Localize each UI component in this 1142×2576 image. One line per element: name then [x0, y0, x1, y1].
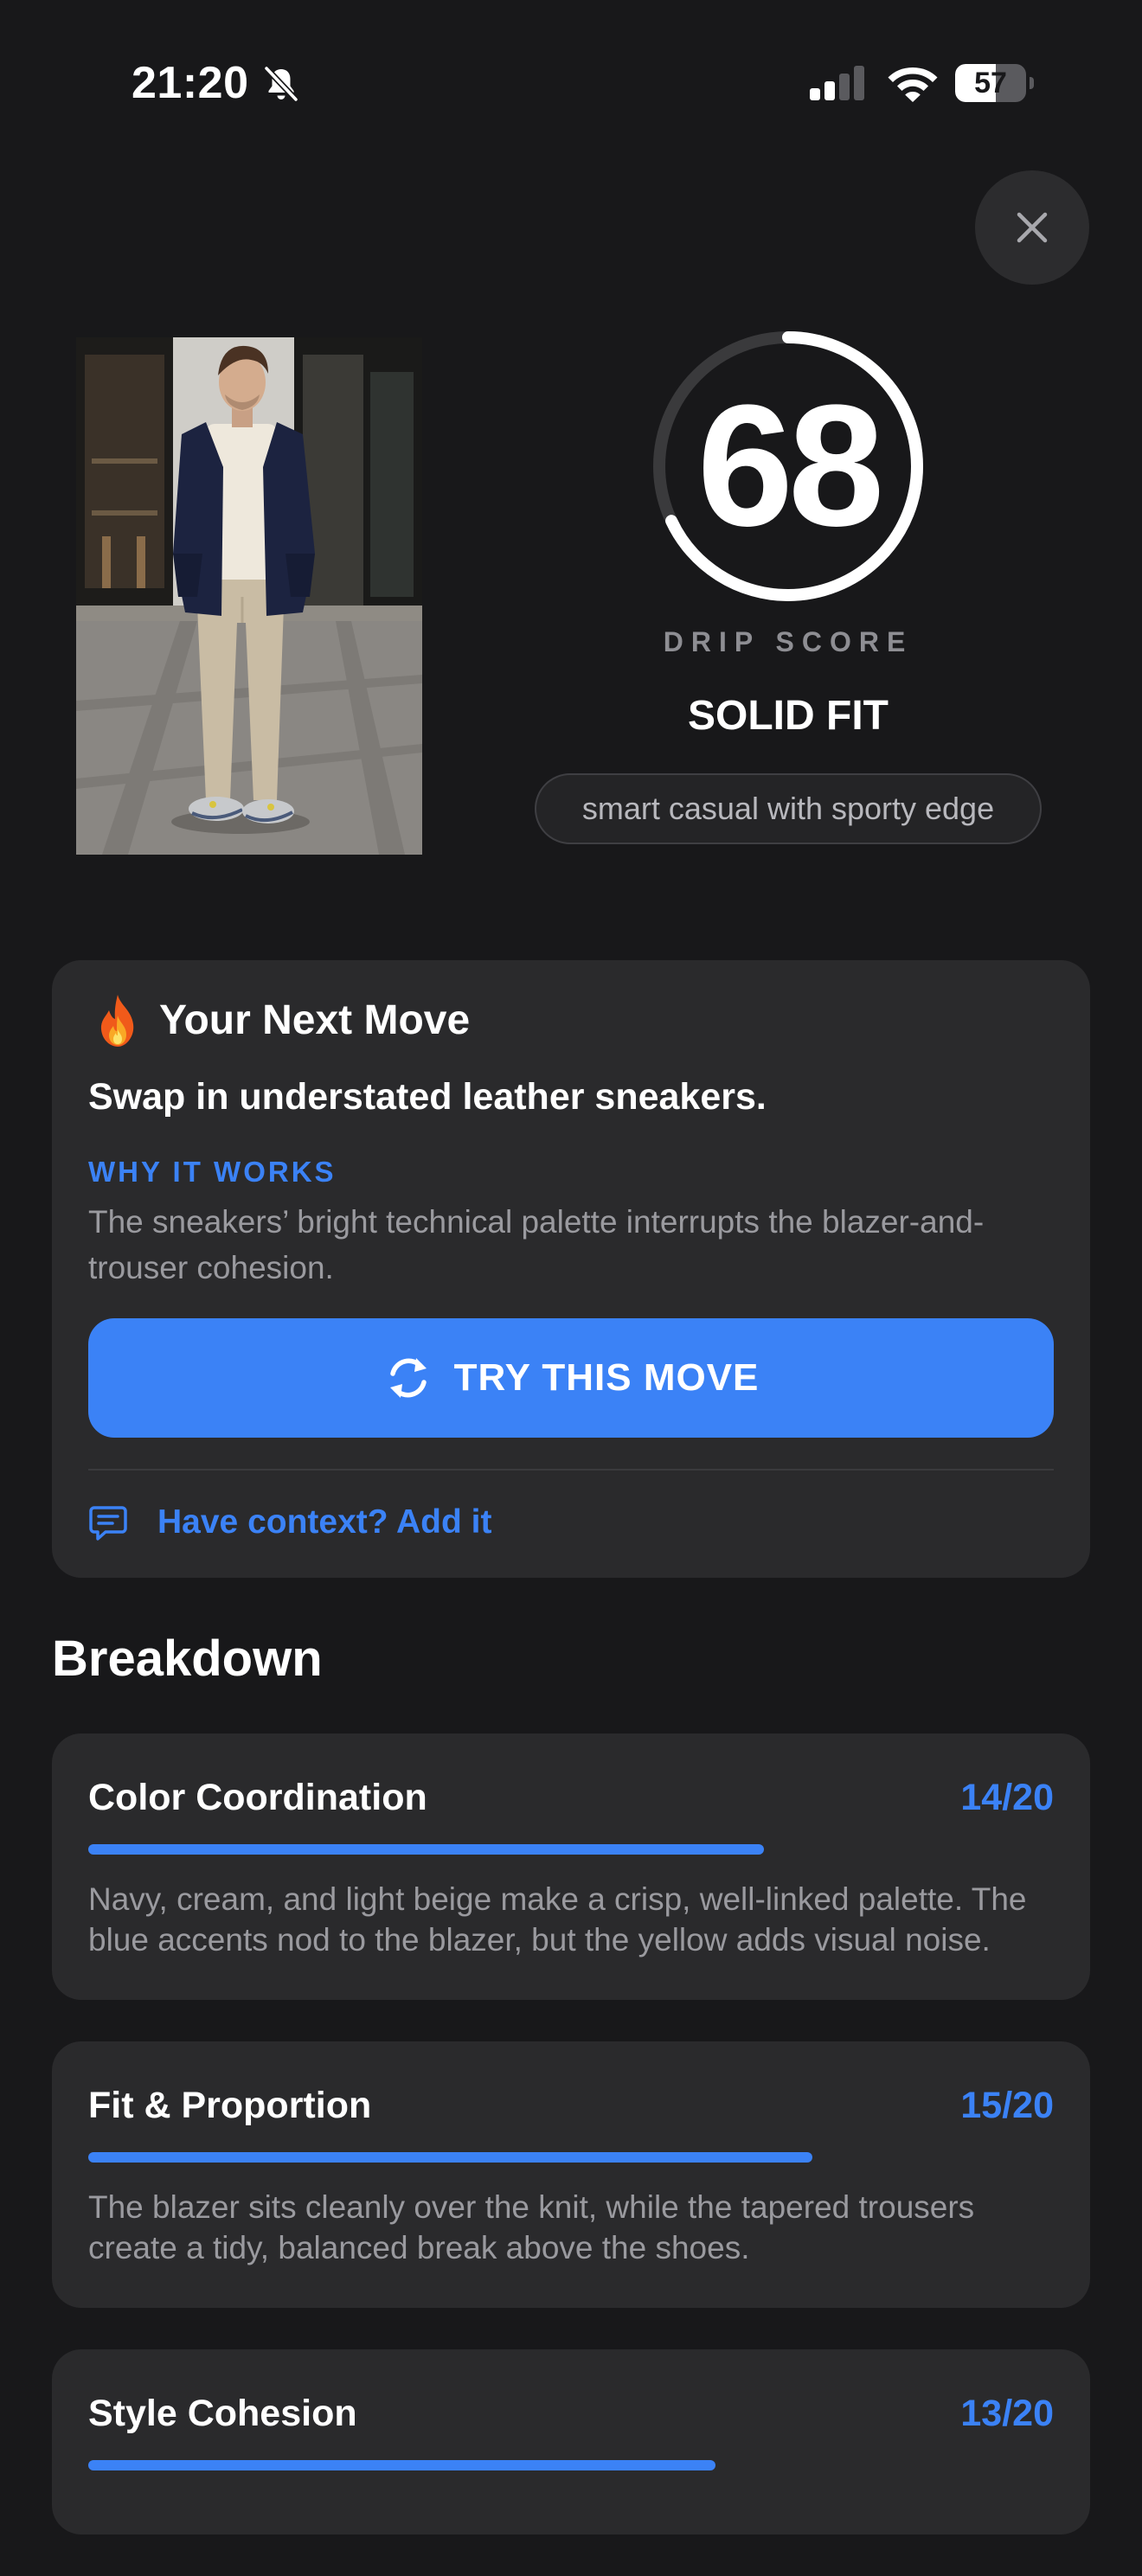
next-move-card: Your Next Move Swap in understated leath…	[52, 960, 1090, 1578]
try-this-move-label: TRY THIS MOVE	[453, 1356, 760, 1399]
add-context-link[interactable]: Have context? Add it	[88, 1496, 491, 1548]
battery-indicator: 57	[955, 64, 1034, 102]
breakdown-description: Navy, cream, and light beige make a cris…	[88, 1881, 1027, 1958]
breakdown-title: Style Cohesion	[88, 2392, 357, 2434]
breakdown-progress-bar	[88, 2460, 1054, 2470]
breakdown-card-color-coordination: Color Coordination 14/20 Navy, cream, an…	[52, 1733, 1090, 2000]
breakdown-card-fit-proportion: Fit & Proportion 15/20 The blazer sits c…	[52, 2041, 1090, 2308]
next-move-title: Your Next Move	[159, 997, 471, 1043]
close-button[interactable]	[975, 170, 1089, 285]
comment-icon	[89, 1506, 127, 1541]
battery-percent: 57	[974, 67, 1007, 99]
outfit-photo	[76, 337, 422, 855]
breakdown-score: 13/20	[960, 2392, 1054, 2434]
breakdown-heading: Breakdown	[52, 1631, 323, 1687]
breakdown-progress-fill	[88, 2460, 716, 2470]
why-it-works-text: The sneakers’ bright technical palette i…	[88, 1204, 985, 1285]
next-move-suggestion: Swap in understated leather sneakers.	[88, 1076, 767, 1118]
try-this-move-button[interactable]: TRY THIS MOVE	[88, 1318, 1054, 1438]
fire-icon	[100, 995, 134, 1047]
breakdown-progress-fill	[88, 1844, 765, 1855]
signal-icon	[810, 66, 864, 100]
wifi-icon	[888, 67, 938, 102]
breakdown-description: The blazer sits cleanly over the knit, w…	[88, 2189, 975, 2265]
breakdown-progress-bar	[88, 1844, 1054, 1855]
score-value: 68	[696, 369, 884, 562]
score-label: DRIP SCORE	[663, 626, 914, 657]
breakdown-progress-fill	[88, 2152, 812, 2163]
close-icon	[1017, 212, 1048, 243]
breakdown-score: 14/20	[960, 1776, 1054, 1818]
breakdown-title: Fit & Proportion	[88, 2084, 372, 2126]
score-verdict: SOLID FIT	[688, 693, 889, 739]
breakdown-card-style-cohesion: Style Cohesion 13/20	[52, 2349, 1090, 2534]
bell-slash-icon	[264, 66, 298, 102]
add-context-label: Have context? Add it	[157, 1503, 492, 1541]
refresh-icon	[389, 1358, 427, 1398]
breakdown-title: Color Coordination	[88, 1776, 427, 1818]
card-divider	[88, 1469, 1054, 1471]
breakdown-score: 15/20	[960, 2084, 1054, 2126]
why-it-works-label: WHY IT WORKS	[88, 1156, 337, 1188]
status-time: 21:20	[132, 58, 249, 108]
style-tag: smart casual with sporty edge	[535, 773, 1042, 844]
status-bar: 21:20 57	[0, 0, 1142, 164]
breakdown-list: Color Coordination 14/20 Navy, cream, an…	[52, 1733, 1090, 2576]
breakdown-progress-bar	[88, 2152, 1054, 2163]
